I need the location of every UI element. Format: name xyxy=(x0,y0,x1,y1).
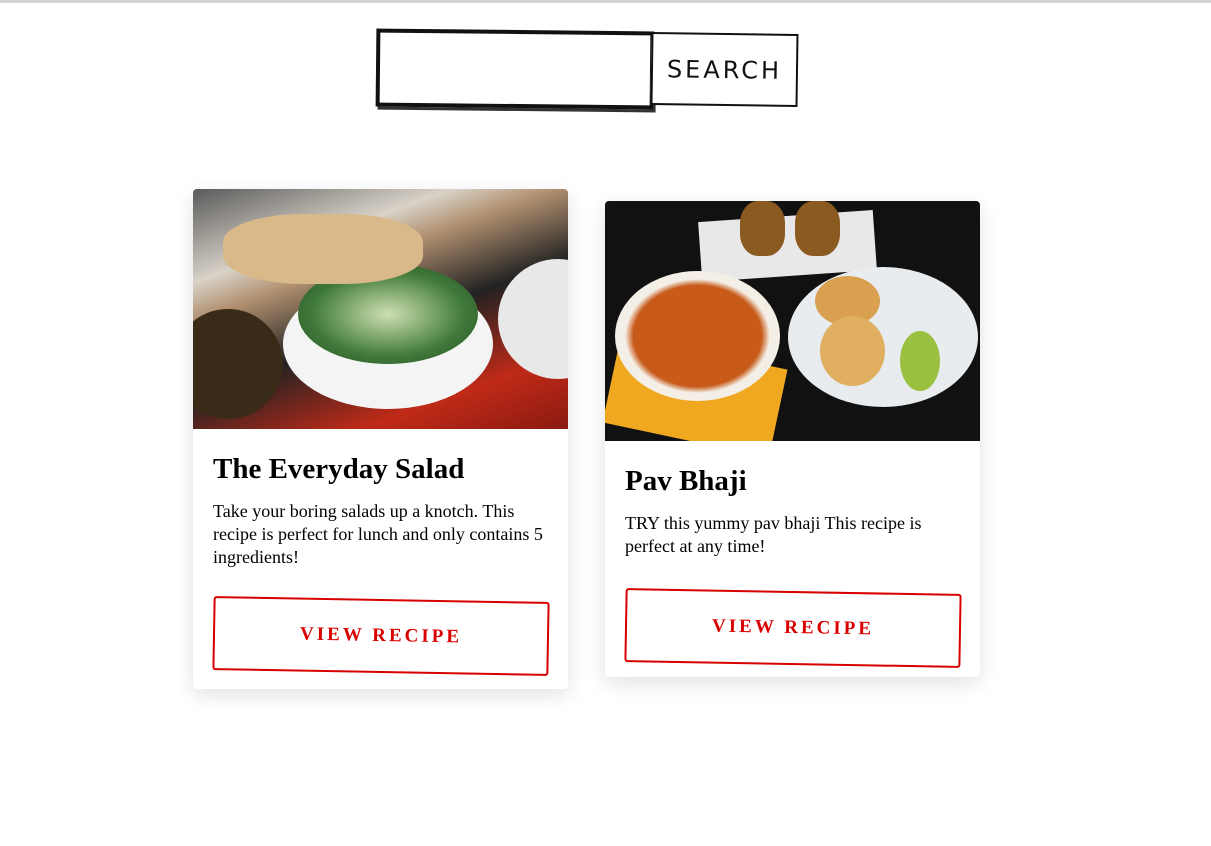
recipe-description: Take your boring salads up a knotch. Thi… xyxy=(213,501,543,567)
search-input[interactable] xyxy=(375,28,655,110)
search-button[interactable]: SEARCH xyxy=(650,31,799,108)
recipe-card: Pav Bhaji TRY this yummy pav bhaji This … xyxy=(605,201,980,677)
recipe-description: TRY this yummy pav bhaji This recipe is … xyxy=(625,513,922,556)
view-recipe-button[interactable]: VIEW RECIPE xyxy=(624,588,962,668)
recipe-card: The Everyday Salad Take your boring sala… xyxy=(193,189,568,689)
recipe-title: The Everyday Salad xyxy=(213,453,465,485)
pav-bhaji-photo xyxy=(605,201,980,441)
view-recipe-button[interactable]: VIEW RECIPE xyxy=(212,596,550,676)
salad-photo xyxy=(193,189,568,429)
recipe-title: Pav Bhaji xyxy=(625,465,747,497)
